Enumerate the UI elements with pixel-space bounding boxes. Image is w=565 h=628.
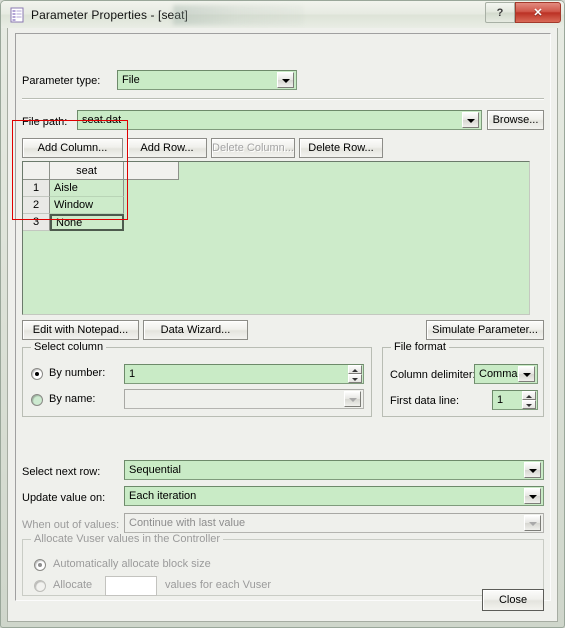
dialog-client-area: Parameter type: File File path: seat.dat…: [7, 28, 558, 622]
close-window-button[interactable]: ✕: [515, 2, 561, 23]
parameter-properties-window: Parameter Properties - [seat] ? ✕ Parame…: [0, 0, 565, 628]
chevron-down-icon[interactable]: [277, 72, 294, 88]
parameter-type-value: File: [122, 74, 140, 86]
when-out-of-values-dropdown: Continue with last value: [124, 513, 544, 533]
table-row[interactable]: 1 Aisle: [23, 180, 529, 197]
by-number-radio[interactable]: [31, 368, 43, 380]
by-number-value: 1: [129, 368, 136, 380]
first-data-line-spinner[interactable]: [522, 391, 536, 409]
data-wizard-button[interactable]: Data Wizard...: [143, 320, 248, 340]
by-name-radio[interactable]: [31, 394, 43, 406]
file-format-group-title: File format: [391, 341, 449, 353]
select-next-row-dropdown[interactable]: Sequential: [124, 460, 544, 480]
first-data-line-label: First data line:: [390, 395, 460, 407]
chevron-down-icon[interactable]: [524, 462, 541, 478]
parameter-type-label: Parameter type:: [22, 75, 101, 87]
update-value-on-dropdown[interactable]: Each iteration: [124, 486, 544, 506]
document-grid-icon: [9, 7, 25, 23]
grid-row-number[interactable]: 1: [23, 180, 50, 197]
title-bar: Parameter Properties - [seat] ? ✕: [1, 1, 564, 28]
add-row-button[interactable]: Add Row...: [127, 138, 207, 158]
auto-allocate-radio: [34, 559, 46, 571]
chevron-down-icon[interactable]: [462, 112, 479, 128]
chevron-down-icon: [524, 515, 541, 531]
select-next-row-label: Select next row:: [22, 466, 101, 478]
grid-column-header-blank[interactable]: [124, 162, 179, 180]
when-out-of-values-label: When out of values:: [22, 519, 120, 531]
grid-row-number[interactable]: 3: [23, 214, 50, 231]
grid-corner-cell[interactable]: [23, 162, 50, 180]
delete-column-button: Delete Column...: [211, 138, 295, 158]
auto-allocate-label: Automatically allocate block size: [53, 558, 211, 570]
when-out-of-values-value: Continue with last value: [129, 517, 246, 529]
table-row[interactable]: 3 None: [23, 214, 529, 231]
grid-cell-seat[interactable]: Aisle: [50, 180, 124, 197]
chevron-down-icon[interactable]: [518, 366, 535, 382]
allocate-values-input: [105, 576, 157, 596]
delete-row-button[interactable]: Delete Row...: [299, 138, 383, 158]
grid-column-header-seat[interactable]: seat: [50, 162, 124, 180]
manual-allocate-label: Allocate: [53, 579, 93, 591]
spinner-up-icon[interactable]: [522, 391, 536, 400]
file-path-label: File path:: [22, 116, 68, 128]
title-bar-blur-artifact: [173, 5, 303, 25]
file-path-dropdown[interactable]: seat.dat: [77, 110, 482, 130]
chevron-down-icon: [344, 391, 361, 407]
edit-with-notepad-button[interactable]: Edit with Notepad...: [22, 320, 139, 340]
grid-cell-seat[interactable]: Window: [50, 197, 124, 214]
allocate-suffix-label: values for each Vuser: [165, 579, 271, 591]
browse-button[interactable]: Browse...: [487, 110, 544, 130]
parameter-data-grid[interactable]: seat 1 Aisle 2 Window 3 None: [22, 161, 530, 315]
help-button[interactable]: ?: [485, 2, 515, 23]
parameter-type-dropdown[interactable]: File: [117, 70, 297, 90]
select-column-group-title: Select column: [31, 341, 107, 353]
select-next-row-value: Sequential: [129, 464, 181, 476]
section-divider-highlight: [22, 99, 544, 100]
spinner-down-icon[interactable]: [522, 400, 536, 409]
close-button[interactable]: Close: [482, 589, 544, 611]
manual-allocate-radio: [34, 580, 46, 592]
grid-row-number[interactable]: 2: [23, 197, 50, 214]
spinner-up-icon[interactable]: [348, 365, 362, 374]
column-delimiter-dropdown[interactable]: Comma: [474, 364, 538, 384]
spinner-down-icon[interactable]: [348, 374, 362, 383]
grid-cell-seat-selected[interactable]: None: [50, 214, 124, 231]
simulate-parameter-button[interactable]: Simulate Parameter...: [426, 320, 544, 340]
table-row[interactable]: 2 Window: [23, 197, 529, 214]
allocate-vuser-group-title: Allocate Vuser values in the Controller: [31, 533, 224, 545]
window-title: Parameter Properties - [seat]: [31, 7, 188, 22]
add-column-button[interactable]: Add Column...: [22, 138, 123, 158]
by-number-spinner[interactable]: [348, 365, 362, 383]
by-number-label: By number:: [49, 367, 106, 379]
by-name-label: By name:: [49, 393, 96, 405]
chevron-down-icon[interactable]: [524, 488, 541, 504]
grid-header-row: seat: [23, 162, 529, 180]
file-path-value: seat.dat: [82, 114, 122, 126]
update-value-on-value: Each iteration: [129, 490, 197, 502]
column-delimiter-label: Column delimiter:: [390, 369, 476, 381]
first-data-line-value: 1: [497, 394, 504, 406]
by-number-input[interactable]: 1: [124, 364, 364, 384]
window-controls: ? ✕: [485, 2, 561, 23]
update-value-on-label: Update value on:: [22, 492, 106, 504]
column-delimiter-value: Comma: [479, 368, 518, 380]
by-name-dropdown: [124, 389, 364, 409]
